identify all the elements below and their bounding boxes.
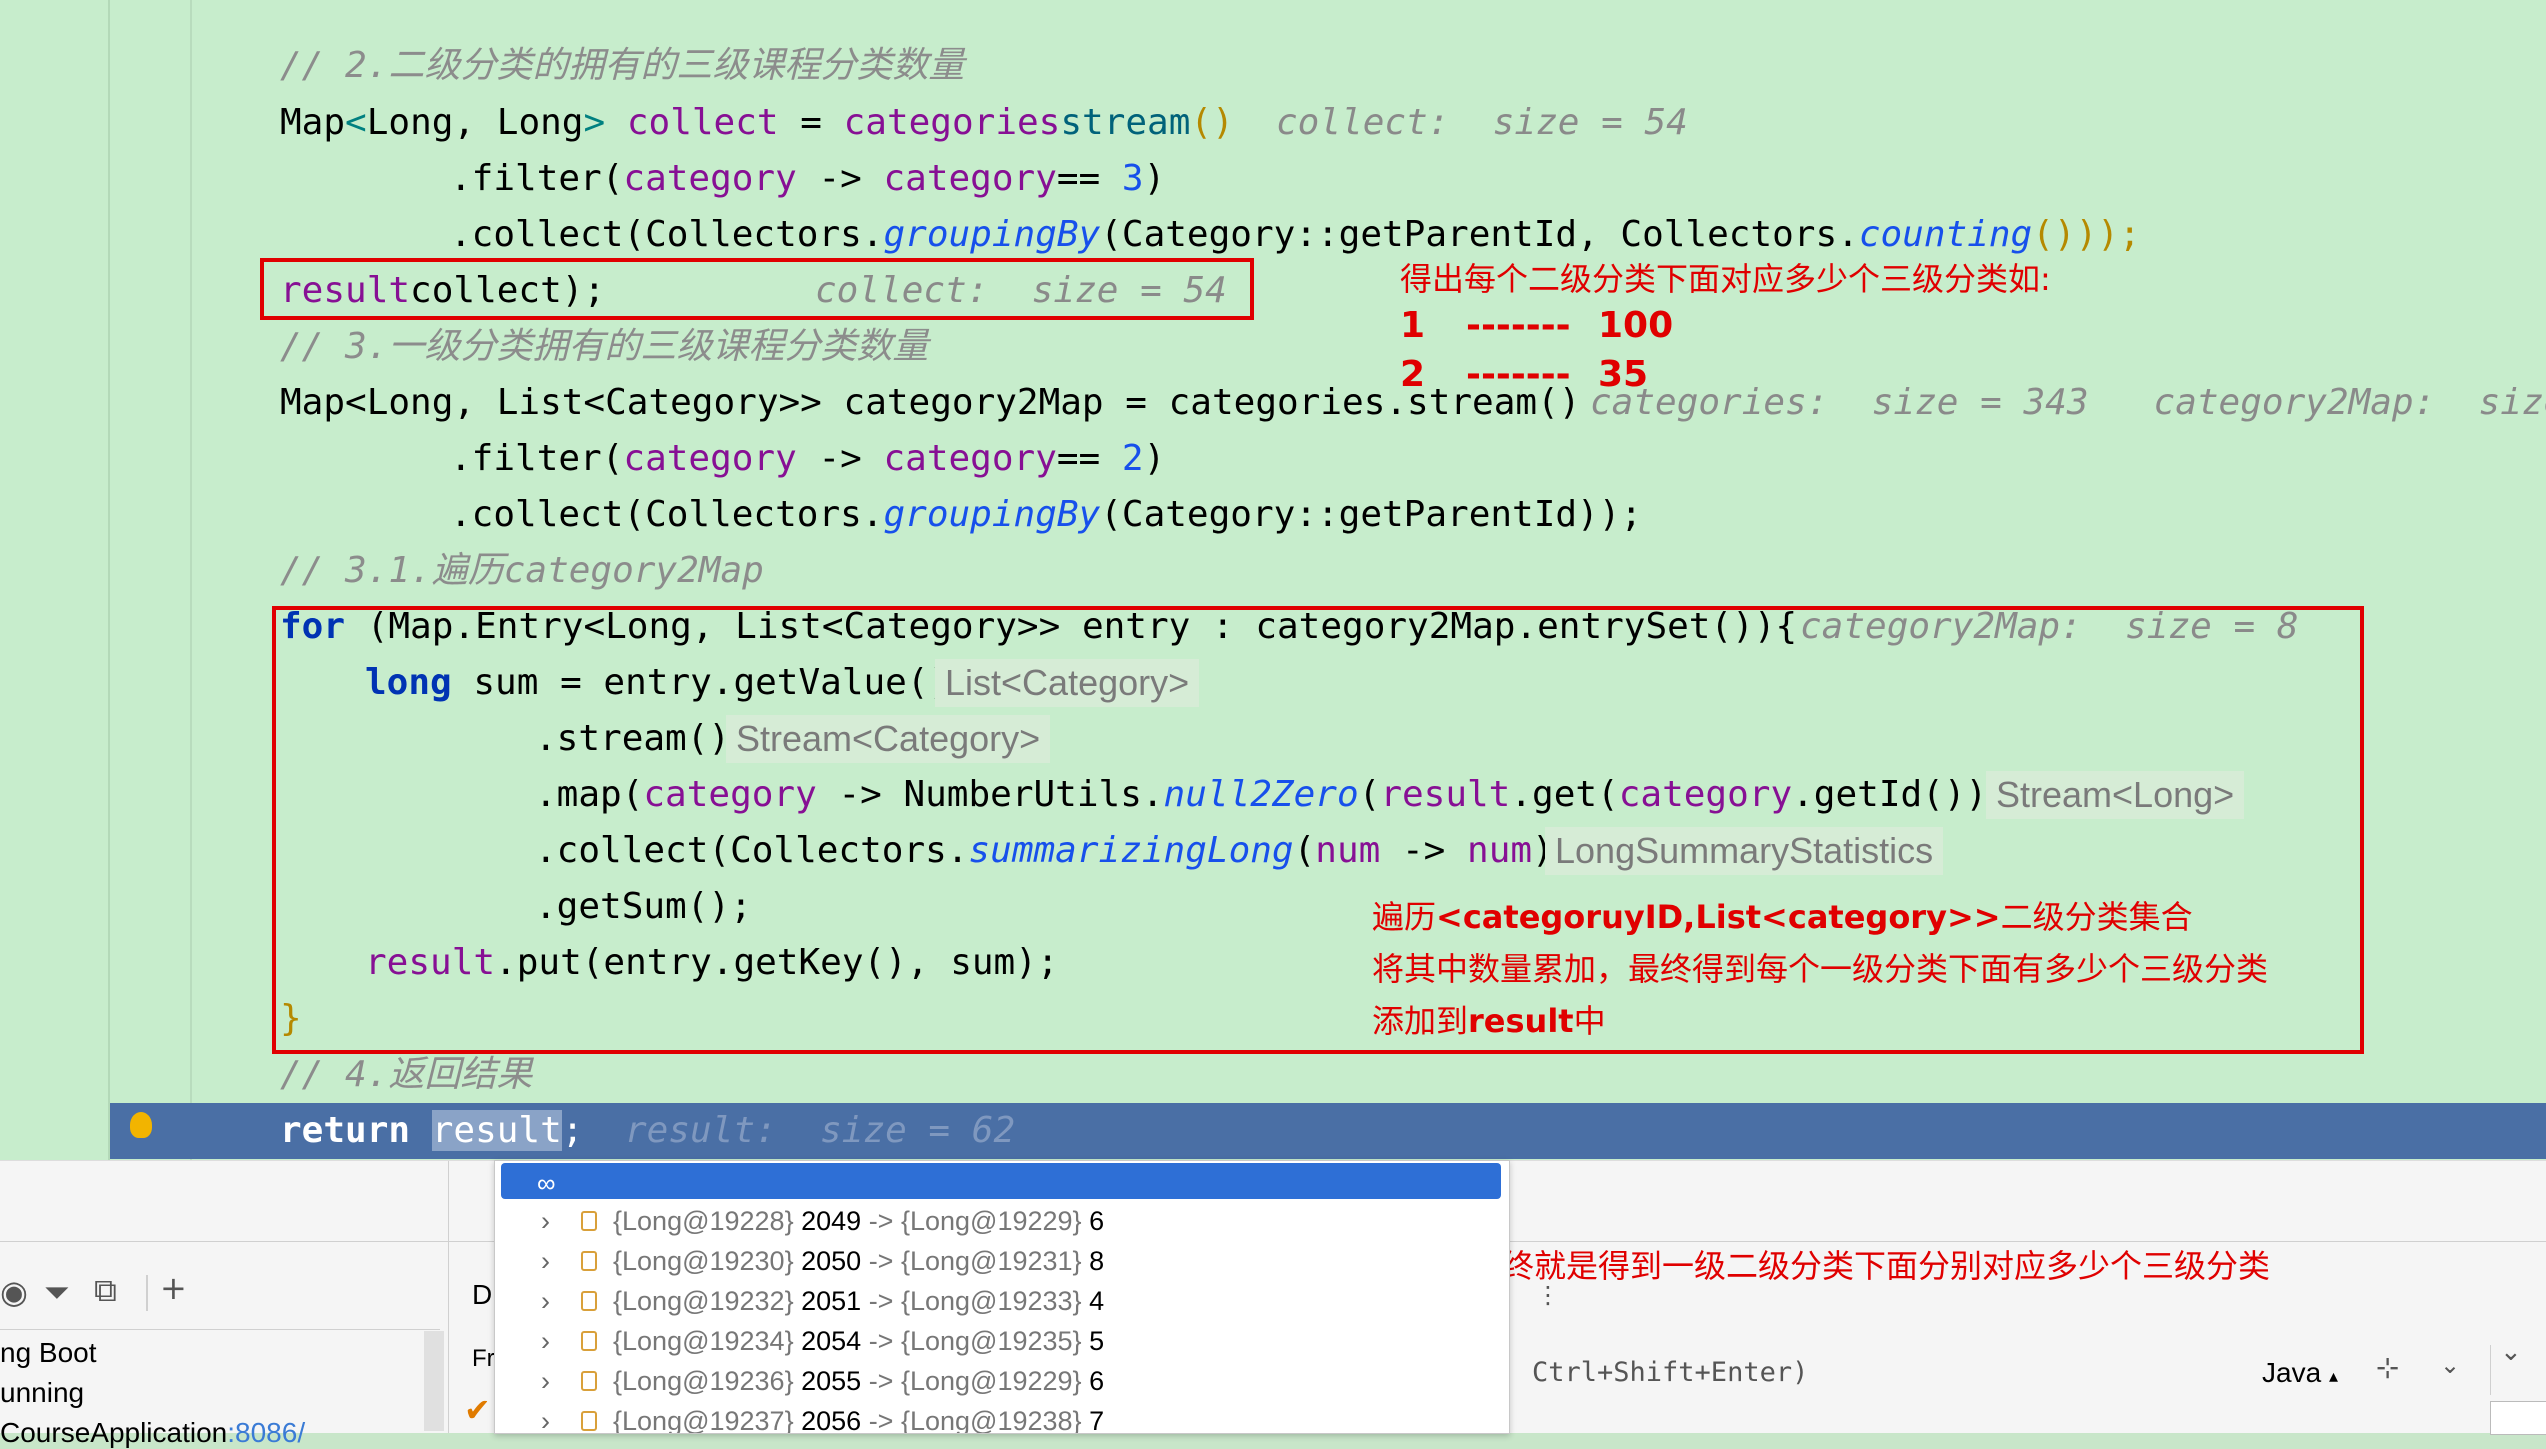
annotation-text: 35 [1598, 354, 1649, 395]
tab-debugger[interactable]: D [472, 1279, 492, 1311]
chevron-right-icon[interactable]: › [541, 1281, 550, 1321]
tree-row-label: {Long@19236} 2055 -> {Long@19229} 6 [613, 1366, 1105, 1396]
infinity-icon: ∞ [537, 1168, 556, 1198]
variable-inspector-popup[interactable]: ⌄ ∞ result = {HashMap@18638} size = 62 ›… [494, 1160, 1510, 1434]
tree-row-label: {Long@19232} 2051 -> {Long@19233} 4 [613, 1286, 1105, 1316]
field-icon [581, 1371, 597, 1391]
code-line: Map<Long, Long> collect = categoriesstre… [280, 102, 1234, 143]
add-icon[interactable]: + [160, 1269, 187, 1307]
highlight-box-putall [260, 258, 1254, 320]
code-comment: // 3.1.遍历category2Map [280, 550, 764, 591]
inline-debug-hint: categories: size = 343 category2Map: siz… [1590, 382, 2546, 423]
divider [146, 1275, 148, 1311]
field-icon [581, 1291, 597, 1311]
scrollbar[interactable] [424, 1331, 444, 1431]
code-line: Map<Long, List<Category>> category2Map =… [280, 382, 1581, 423]
search-box[interactable] [2490, 1401, 2546, 1435]
annotation-text: 1 [1400, 305, 1426, 346]
lightbulb-icon[interactable] [130, 1112, 152, 1138]
annotation-text: ------- [1466, 354, 1571, 395]
services-tree-item[interactable]: unning [0, 1377, 84, 1409]
code-line-return: return result; [280, 1110, 584, 1151]
annotation-text: 得出每个二级分类下面对应多少个三级分类如: [1400, 260, 2051, 298]
annotation-text: 遍历<categoruyID,List<category>>二级分类集合 [1372, 898, 2193, 936]
chevron-right-icon[interactable]: › [541, 1401, 550, 1433]
field-icon [581, 1411, 597, 1431]
chevron-right-icon[interactable]: › [541, 1241, 550, 1281]
chevron-right-icon[interactable]: › [541, 1201, 550, 1241]
chevron-down-icon[interactable]: ⌄ [2500, 1337, 2522, 1367]
evaluate-hint: Ctrl+Shift+Enter) [1532, 1357, 1809, 1388]
filter-icon[interactable]: ⏷ [44, 1273, 70, 1312]
divider [448, 1161, 449, 1433]
new-tab-icon[interactable]: ⧉ [94, 1271, 117, 1310]
language-selector[interactable]: Java ▴ [2262, 1357, 2338, 1389]
gutter-fold-divider [190, 0, 192, 1160]
add-watch-icon[interactable]: ⊹ [2376, 1351, 2399, 1384]
gutter-divider [108, 0, 110, 1160]
field-icon [581, 1211, 597, 1231]
code-line: .filter(category -> category== 3) [450, 158, 1166, 199]
inline-debug-hint: collect: size = 54 [1276, 102, 1688, 143]
services-tree-item[interactable]: CourseApplication:8086/ [0, 1417, 305, 1449]
eye-icon[interactable]: ◉ [0, 1273, 28, 1311]
chevron-right-icon[interactable]: › [541, 1321, 550, 1361]
tree-row-result[interactable]: ⌄ ∞ result = {HashMap@18638} size = 62 [495, 1161, 1509, 1316]
inline-debug-hint: result: size = 62 [625, 1110, 1016, 1151]
code-comment: // 4.返回结果 [280, 1054, 533, 1095]
tree-row[interactable]: › {Long@19232} 2051 -> {Long@19233} 4 [495, 1281, 1509, 1321]
services-tree-item[interactable]: ng Boot [0, 1337, 97, 1369]
code-comment: // 3.一级分类拥有的三级课程分类数量 [280, 326, 929, 367]
tree-row-label: {Long@19228} 2049 -> {Long@19229} 6 [613, 1206, 1105, 1236]
annotation-text: 将其中数量累加，最终得到每个一级分类下面有多少个三级分类 [1372, 950, 2269, 988]
annotation-text: ------- [1466, 305, 1571, 346]
code-line: .filter(category -> category== 2) [450, 438, 1166, 479]
tree-row[interactable]: › {Long@19230} 2050 -> {Long@19231} 8 [495, 1241, 1509, 1281]
divider [2490, 1345, 2491, 1395]
code-comment: // 2.二级分类的拥有的三级课程分类数量 [280, 45, 965, 86]
tab-frames[interactable]: Fr [472, 1345, 495, 1373]
tree-row-label: {Long@19234} 2054 -> {Long@19235} 5 [613, 1326, 1105, 1356]
annotation-text: 最终就是得到一级二级分类下面分别对应多少个三级分类 [1470, 1247, 2271, 1285]
tree-row-label: {Long@19230} 2050 -> {Long@19231} 8 [613, 1246, 1105, 1276]
editor-gutter[interactable] [0, 0, 190, 1160]
tree-row-label: {Long@19237} 2056 -> {Long@19238} 7 [613, 1406, 1105, 1434]
annotation-text: 2 [1400, 354, 1426, 395]
check-icon: ✔ [464, 1391, 491, 1429]
divider [0, 1329, 440, 1330]
chevron-right-icon[interactable]: › [541, 1361, 550, 1401]
code-line: .collect(Collectors.groupingBy(Category:… [450, 494, 1643, 535]
annotation-text: 100 [1598, 305, 1674, 346]
tree-row[interactable]: › {Long@19234} 2054 -> {Long@19235} 5 [495, 1321, 1509, 1361]
chevron-down-icon[interactable]: ⌄ [2440, 1351, 2460, 1379]
tree-row[interactable]: › {Long@19236} 2055 -> {Long@19229} 6 [495, 1361, 1509, 1401]
tree-row[interactable]: › {Long@19228} 2049 -> {Long@19229} 6 [495, 1201, 1509, 1241]
field-icon [581, 1331, 597, 1351]
tree-row[interactable]: › {Long@19237} 2056 -> {Long@19238} 7 [495, 1401, 1509, 1434]
code-editor[interactable]: // 2.二级分类的拥有的三级课程分类数量 Map<Long, Long> co… [0, 0, 2546, 1160]
annotation-text: 添加到result中 [1372, 1002, 1606, 1040]
field-icon [581, 1251, 597, 1271]
